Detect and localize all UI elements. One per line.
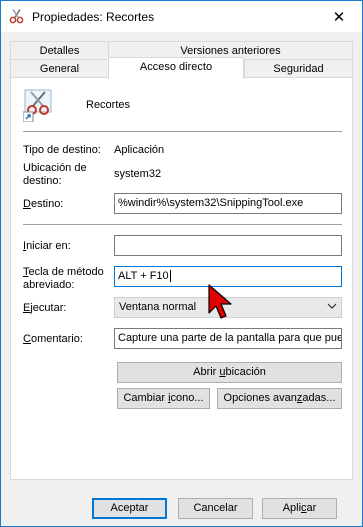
run-select-value: Ventana normal xyxy=(119,301,197,313)
tab-label: Versiones anteriores xyxy=(180,45,281,57)
target-type-value: Aplicación xyxy=(114,144,165,156)
mouse-cursor-icon xyxy=(208,284,232,319)
target-field[interactable]: %windir%\system32\SnippingTool.exe xyxy=(114,193,342,214)
hotkey-label: Tecla de método abreviado: xyxy=(23,266,104,291)
tab-label: Seguridad xyxy=(273,63,324,75)
snipping-tool-scissors-icon xyxy=(23,89,52,122)
scissors-icon xyxy=(9,9,24,24)
close-button[interactable]: ✕ xyxy=(316,1,362,32)
shortcut-name: Recortes xyxy=(86,99,131,111)
text-caret xyxy=(169,270,171,282)
start-in-label: Iniciar en: xyxy=(23,240,71,252)
run-label: Ejecutar: xyxy=(23,302,67,314)
apply-button[interactable]: Aplicar xyxy=(262,498,337,519)
ok-button[interactable]: Aceptar xyxy=(92,498,167,519)
close-icon: ✕ xyxy=(332,8,346,26)
target-location-label: Ubicación de destino: xyxy=(23,162,87,187)
change-icon-button[interactable]: Cambiar icono... xyxy=(117,388,210,409)
tab-label: Detalles xyxy=(39,45,80,57)
comment-field[interactable]: Capture una parte de la pantalla para qu… xyxy=(114,328,342,349)
comment-field-value: Capture una parte de la pantalla para qu… xyxy=(118,332,342,344)
window-title: Propiedades: Recortes xyxy=(32,10,155,24)
tab-label: General xyxy=(39,63,80,75)
target-location-value: system32 xyxy=(114,168,162,180)
tab-label: Acceso directo xyxy=(139,61,213,73)
advanced-options-button[interactable]: Opciones avanzadas... xyxy=(217,388,342,409)
target-field-value: %windir%\system32\SnippingTool.exe xyxy=(118,197,304,209)
target-label: Destino: xyxy=(23,198,64,210)
start-in-field[interactable] xyxy=(114,235,342,256)
tab-details[interactable]: Detalles xyxy=(10,41,109,59)
divider xyxy=(23,131,342,132)
open-location-button[interactable]: Abrir ubicación xyxy=(117,362,342,383)
target-type-label: Tipo de destino: xyxy=(23,144,101,156)
divider xyxy=(23,224,342,225)
properties-dialog: Propiedades: Recortes ✕ Detalles Version… xyxy=(0,0,363,527)
tab-security[interactable]: Seguridad xyxy=(244,59,353,78)
title-bar[interactable]: Propiedades: Recortes ✕ xyxy=(1,1,362,32)
tab-shortcut[interactable]: Acceso directo xyxy=(108,57,244,79)
hotkey-field-value: ALT + F10 xyxy=(118,270,169,282)
comment-label: Comentario: xyxy=(23,333,83,345)
cancel-button[interactable]: Cancelar xyxy=(178,498,253,519)
chevron-down-icon xyxy=(327,303,337,309)
shortcut-tab-panel: Recortes Tipo de destino: Aplicación Ubi… xyxy=(10,77,353,480)
tab-general[interactable]: General xyxy=(10,59,109,78)
